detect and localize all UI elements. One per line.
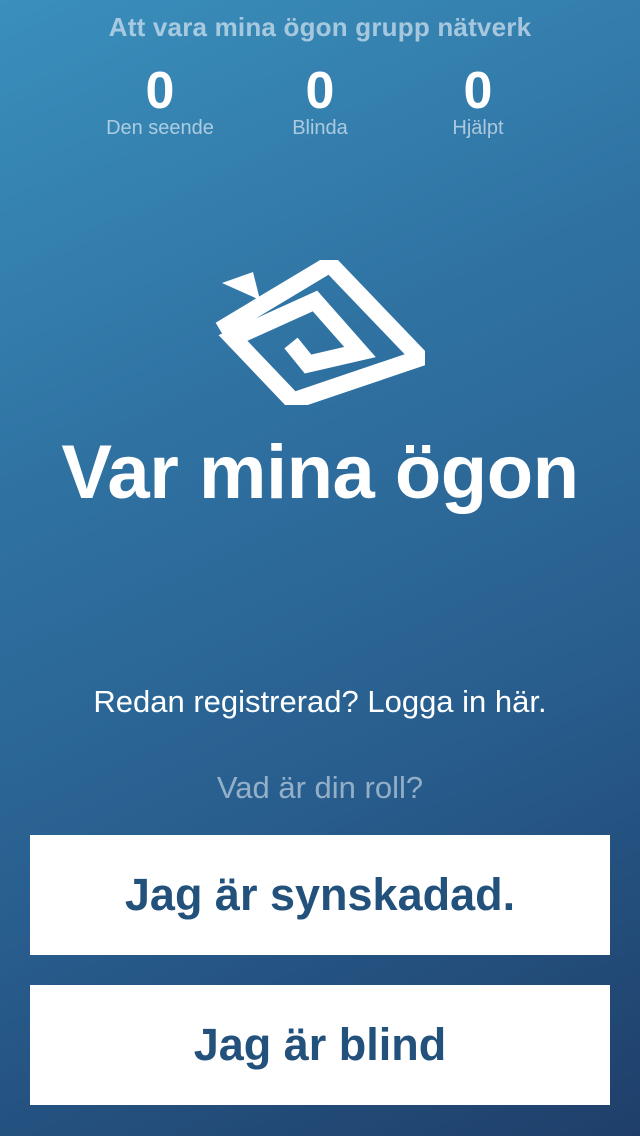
network-title: Att vara mina ögon grupp nätverk (108, 12, 532, 42)
app-title: Var mina ögon (61, 430, 579, 515)
stat-blind: 0 Blinda (230, 60, 410, 139)
visually-impaired-button[interactable]: Jag är synskadad. (30, 835, 610, 955)
stat-blind-label: Blinda (292, 117, 348, 139)
stat-sighted-count: 0 (145, 62, 175, 120)
stat-sighted: 0 Den seende (70, 60, 250, 139)
spiral-eye-logo-icon (215, 253, 436, 411)
login-link[interactable]: Redan registrerad? Logga in här. (0, 684, 640, 720)
stat-sighted-label: Den seende (106, 117, 214, 139)
stat-helped: 0 Hjälpt (388, 60, 568, 139)
stat-helped-count: 0 (463, 62, 493, 120)
stat-blind-count: 0 (305, 62, 335, 120)
blind-button[interactable]: Jag är blind (30, 985, 610, 1105)
stats-row: 0 Den seende 0 Blinda 0 Hjälpt (0, 60, 640, 150)
stat-helped-label: Hjälpt (452, 117, 504, 139)
role-prompt: Vad är din roll? (216, 770, 424, 805)
